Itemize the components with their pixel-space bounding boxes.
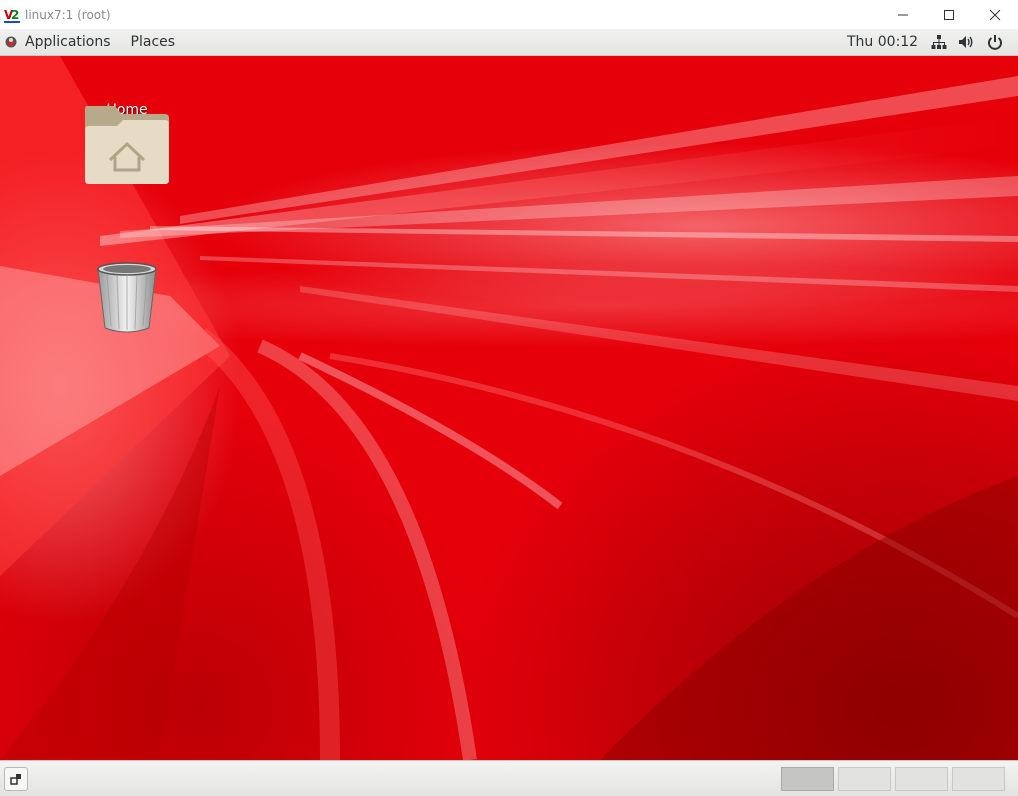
network-icon[interactable] bbox=[931, 34, 947, 50]
show-desktop-icon bbox=[10, 774, 21, 785]
desktop-icon-trash[interactable]: Trash bbox=[77, 260, 177, 333]
show-desktop-button[interactable] bbox=[4, 767, 28, 791]
workspace-3[interactable] bbox=[895, 767, 948, 791]
maximize-icon bbox=[944, 9, 954, 20]
home-folder-icon bbox=[85, 106, 169, 184]
workspace-1[interactable] bbox=[781, 767, 834, 791]
places-menu[interactable]: Places bbox=[121, 29, 186, 56]
vnc-logo-icon: V 2 bbox=[3, 5, 21, 24]
desktop-icon-home[interactable]: Home bbox=[77, 100, 177, 184]
clock[interactable]: Thu 00:12 bbox=[847, 29, 918, 56]
minimize-button[interactable] bbox=[880, 0, 926, 29]
volume-icon[interactable] bbox=[958, 34, 974, 50]
top-panel: Applications Places Thu 00:12 bbox=[0, 29, 1018, 56]
close-icon bbox=[989, 9, 1001, 20]
svg-text:2: 2 bbox=[11, 8, 19, 22]
desktop[interactable]: Home Trash bbox=[0, 56, 1018, 760]
window-titlebar: V 2 linux7:1 (root) bbox=[0, 0, 1018, 29]
trash-icon bbox=[97, 262, 157, 333]
workspace-2[interactable] bbox=[838, 767, 891, 791]
minimize-icon bbox=[898, 14, 908, 15]
window-title: linux7:1 (root) bbox=[25, 7, 111, 22]
close-button[interactable] bbox=[972, 0, 1018, 29]
applications-menu[interactable]: Applications bbox=[21, 29, 121, 56]
panel-menus: Applications Places bbox=[0, 29, 185, 56]
applications-icon bbox=[5, 36, 17, 48]
bottom-panel bbox=[0, 760, 1018, 796]
workspace-4[interactable] bbox=[952, 767, 1005, 791]
window-controls bbox=[880, 0, 1018, 29]
maximize-button[interactable] bbox=[926, 0, 972, 29]
power-icon[interactable] bbox=[987, 34, 1003, 50]
